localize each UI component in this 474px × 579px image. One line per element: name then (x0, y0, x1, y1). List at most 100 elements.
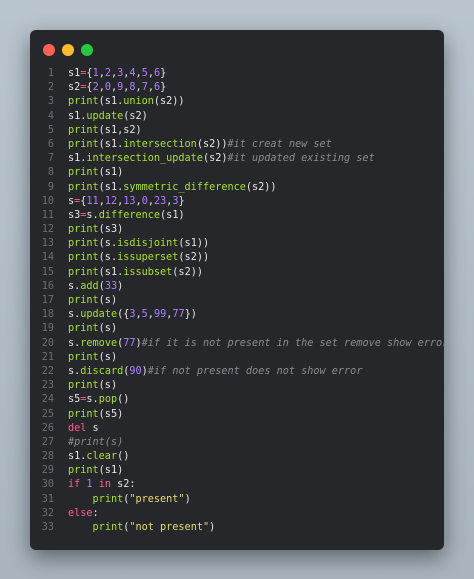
code-token: add (80, 280, 99, 292)
line-number: 7 (47, 153, 54, 165)
code-token: ({ (117, 309, 130, 321)
line-number: 31 (41, 493, 54, 505)
code-line: 4 s1.update(s2) (30, 110, 444, 124)
code-token: (s1. (98, 266, 124, 278)
code-text: s.remove(77)#if it is not present in the… (68, 337, 444, 351)
code-line: 32 else: (30, 507, 444, 521)
code-line: 13 print(s.isdisjoint(s1)) (30, 237, 444, 251)
code-token: s1. (68, 110, 87, 122)
code-token: (s1. (98, 138, 124, 150)
zoom-dot-icon[interactable] (81, 44, 93, 56)
code-token: (s1. (98, 96, 124, 108)
code-text: print(s.isdisjoint(s1)) (68, 237, 209, 251)
code-token: } (160, 68, 167, 79)
code-token: s. (68, 280, 81, 292)
code-token: issuperset (117, 252, 179, 264)
code-token: 33 (104, 280, 118, 292)
code-token: s. (86, 209, 99, 221)
code-token: remove (80, 337, 118, 349)
code-token: print (68, 167, 99, 179)
code-token: (s1) (160, 209, 185, 221)
code-token: (s1. (98, 181, 124, 193)
code-token: print (68, 238, 99, 250)
code-line: 9 print(s1.symmetric_difference(s2)) (30, 181, 444, 195)
code-token: print (68, 252, 99, 264)
code-token: difference (98, 209, 161, 221)
code-token: () (117, 451, 130, 463)
code-text: s.add(33) (68, 280, 123, 294)
code-token: s5 (68, 394, 81, 406)
code-line: 21 print(s) (30, 351, 444, 365)
code-token: s2 (68, 82, 81, 94)
code-token: print (68, 295, 99, 306)
code-text: print(s.issuperset(s2)) (68, 251, 209, 265)
code-token: del (68, 422, 87, 434)
code-token: 12 (104, 195, 118, 207)
code-token: "not present" (129, 522, 210, 533)
line-number: 18 (41, 309, 54, 321)
code-token: (s) (98, 380, 118, 392)
code-line: 24 s5=s.pop() (30, 393, 444, 407)
code-token: (s. (98, 238, 118, 250)
code-token: #print(s) (68, 436, 124, 448)
code-text: s2={2,0,9,8,7,6} (68, 81, 166, 95)
code-text: print(s3) (68, 223, 123, 237)
code-token: print (68, 138, 99, 150)
line-number: 27 (41, 436, 54, 448)
code-text: s1.update(s2) (68, 110, 148, 124)
code-token: else (68, 507, 93, 519)
code-text: print(s1,s2) (68, 124, 142, 138)
code-text: s3=s.difference(s1) (68, 209, 185, 223)
code-token: print (92, 493, 124, 505)
code-text: s1={1,2,3,4,5,6} (68, 67, 166, 81)
line-number: 13 (41, 238, 54, 250)
code-line: 5 print(s1,s2) (30, 124, 444, 138)
line-number: 15 (41, 266, 54, 278)
code-line: 2 s2={2,0,9,8,7,6} (30, 81, 444, 95)
code-token: #if it is not present in the set remove … (141, 337, 444, 349)
close-dot-icon[interactable] (43, 44, 55, 56)
code-token: print (68, 96, 99, 108)
code-token: (s. (98, 252, 118, 264)
code-line: 33 print("not present") (30, 521, 444, 535)
code-token: (s2) (202, 153, 228, 165)
code-token: (s) (98, 323, 118, 335)
code-line: 31 print("present") (30, 493, 444, 507)
code-line: 25 print(s5) (30, 408, 444, 422)
code-token: if (68, 479, 81, 491)
code-token: (s1) (98, 465, 124, 477)
code-token: (s1,s2) (98, 124, 142, 136)
code-text: print(s5) (68, 408, 123, 422)
line-number: 23 (41, 380, 54, 392)
code-token: print (68, 124, 99, 136)
code-token: clear (86, 451, 118, 463)
code-line: 16 s.add(33) (30, 280, 444, 294)
code-line: 17 print(s) (30, 294, 444, 308)
code-token: (s2) (123, 110, 148, 122)
code-token: issubset (123, 266, 173, 278)
code-token: s. (68, 365, 81, 377)
code-line: 1 s1={1,2,3,4,5,6} (30, 67, 444, 81)
code-text: print(s) (68, 351, 117, 365)
code-token: discard (80, 365, 124, 377)
code-token: 77 (123, 337, 136, 349)
line-number: 22 (41, 365, 54, 377)
code-token: ) (184, 493, 191, 505)
line-number: 32 (41, 507, 54, 519)
code-token: (s) (98, 295, 118, 306)
code-token: print (68, 224, 99, 236)
code-token: (s1)) (178, 238, 210, 250)
code-token: print (68, 380, 99, 392)
code-text: else: (68, 507, 99, 521)
code-token: symmetric_difference (123, 181, 246, 193)
code-text: print("present") (68, 493, 191, 507)
code-token: (s2)) (245, 181, 277, 193)
line-number: 21 (41, 351, 54, 363)
code-window: 1 s1={1,2,3,4,5,6} 2 s2={2,0,9,8,7,6} 3 print… (30, 30, 444, 550)
code-token: s1 (68, 68, 81, 79)
minimize-dot-icon[interactable] (62, 44, 74, 56)
code-text: print(s1.issubset(s2)) (68, 266, 203, 280)
code-text: print(s1) (68, 464, 123, 478)
